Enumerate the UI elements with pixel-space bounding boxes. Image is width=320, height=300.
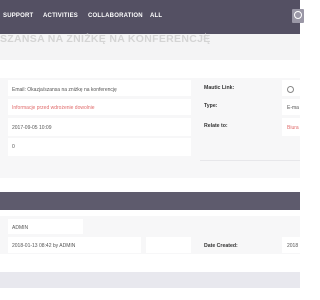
bottom-section-bar [0, 272, 300, 288]
modified-box-2 [146, 237, 191, 253]
nav-support[interactable]: SUPPORT [3, 13, 33, 19]
nav-collaboration[interactable]: COLLABORATION [88, 13, 143, 19]
date-created-label: Date Created: [204, 243, 238, 249]
relate-to-label: Relate to: [204, 123, 228, 129]
warning-value: Informacje przed wdrożenie dowolnie [12, 105, 95, 111]
search-icon [294, 11, 302, 19]
nav-activities[interactable]: ACTIVITIES [43, 13, 78, 19]
mautic-link-label: Mautic Link: [204, 85, 235, 91]
divider [200, 160, 300, 161]
record-title: SZANSA NA ZNIŻKĘ NA KONFERENCJĘ [0, 33, 211, 45]
search-button[interactable] [292, 9, 304, 23]
count-value: 0 [12, 144, 15, 150]
date-created-value: 2018 [287, 243, 299, 249]
relate-to-value[interactable]: Biura [287, 125, 299, 131]
date-value: 2017-09-05 10:09 [12, 125, 52, 131]
modified-value: 2018-01-13 08:42 by ADMIN [12, 243, 76, 249]
nav-all[interactable]: ALL [150, 13, 162, 19]
favorite-star-icon[interactable]: ☆ [201, 32, 210, 43]
assigned-value: ADMIN [12, 225, 29, 231]
count-field-box [8, 138, 191, 156]
type-value: E-ma [287, 105, 299, 111]
type-label: Type: [204, 103, 218, 109]
email-value: Email: Okazja/szansa na zniżkę na konfer… [12, 87, 117, 93]
help-icon[interactable] [287, 86, 294, 93]
section-header-bar [0, 192, 300, 210]
